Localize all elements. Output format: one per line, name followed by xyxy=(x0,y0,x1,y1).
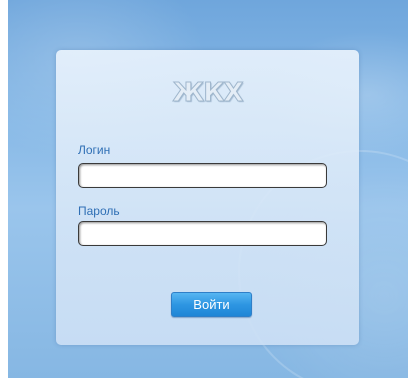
login-label: Логин xyxy=(78,143,111,157)
password-input[interactable] xyxy=(78,221,327,246)
password-label: Пароль xyxy=(78,204,120,218)
login-panel: ЖКХ Логин Пароль Войти xyxy=(56,50,359,345)
login-background: ЖКХ Логин Пароль Войти xyxy=(8,0,408,378)
login-input[interactable] xyxy=(78,163,327,188)
app-logo: ЖКХ xyxy=(172,78,244,109)
login-button[interactable]: Войти xyxy=(171,292,252,317)
